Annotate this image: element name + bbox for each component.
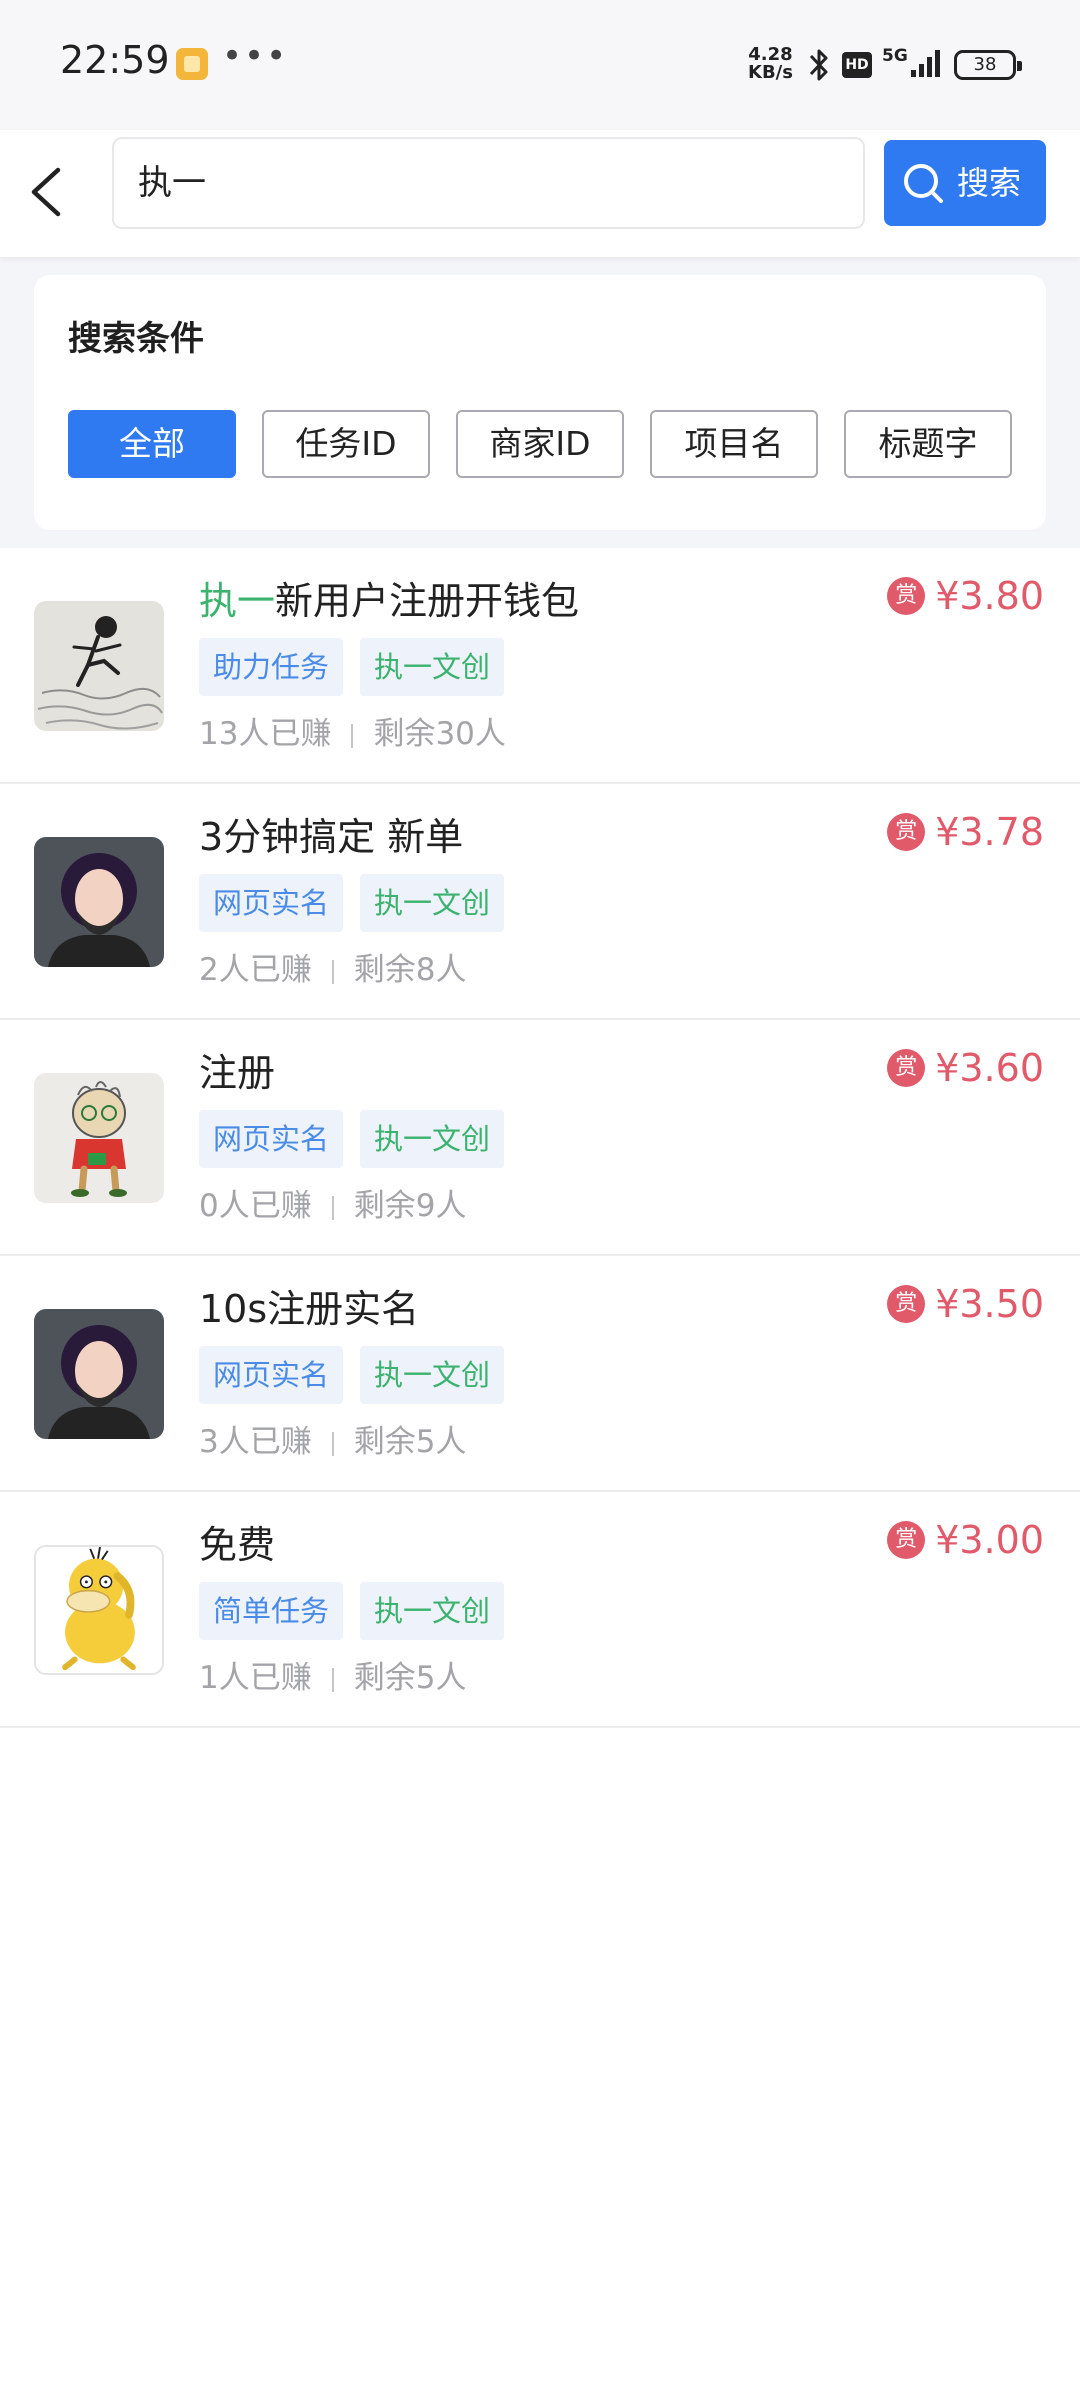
filter-chip-merchant-id[interactable]: 商家ID <box>456 410 624 478</box>
stats-divider <box>331 1431 334 1456</box>
task-row[interactable]: 3分钟搞定 新单 网页实名 执一文创 2人已赚 剩余8人 赏 ¥3.78 <box>0 784 1080 1020</box>
task-type-tag: 网页实名 <box>199 1346 344 1404</box>
reward: 赏 ¥3.60 <box>887 1046 1044 1092</box>
filter-chip-task-id[interactable]: 任务ID <box>262 410 430 478</box>
task-title: 免费 <box>199 1514 275 1569</box>
status-bar: 22:59 ••• 4.28 KB/s HD 5G 38 <box>0 0 1080 130</box>
filter-chip-title-text[interactable]: 标题字 <box>844 410 1012 478</box>
search-input[interactable]: 执一 <box>112 137 865 229</box>
task-stats: 3人已赚 剩余5人 <box>199 1416 466 1461</box>
network-speed: 4.28 KB/s <box>748 46 793 82</box>
bearded-man-avatar <box>34 837 164 967</box>
back-button[interactable] <box>20 150 76 234</box>
task-row[interactable]: 执一新用户注册开钱包 助力任务 执一文创 13人已赚 剩余30人 赏 ¥3.80 <box>0 548 1080 784</box>
remaining-count: 剩余30人 <box>373 716 506 752</box>
filter-chip-project-name[interactable]: 项目名 <box>650 410 818 478</box>
remaining-count: 剩余9人 <box>353 1188 467 1224</box>
remaining-count: 剩余8人 <box>353 952 467 988</box>
shop-name-tag: 执一文创 <box>360 1346 505 1404</box>
task-title-text: 免费 <box>199 1523 276 1567</box>
reward-price: ¥3.80 <box>935 574 1044 618</box>
reward: 赏 ¥3.00 <box>887 1518 1044 1564</box>
remaining-count: 剩余5人 <box>353 1660 467 1696</box>
app-notification-icon <box>176 48 208 80</box>
task-title: 10s注册实名 <box>199 1278 419 1333</box>
task-stats: 2人已赚 剩余8人 <box>199 944 466 989</box>
reward: 赏 ¥3.78 <box>887 810 1044 856</box>
reward-icon: 赏 <box>887 1049 926 1087</box>
status-time: 22:59 <box>60 38 170 82</box>
task-stats: 0人已赚 剩余9人 <box>199 1180 466 1225</box>
task-row[interactable]: 注册 网页实名 执一文创 0人已赚 剩余9人 赏 ¥3.60 <box>0 1020 1080 1256</box>
reward: 赏 ¥3.50 <box>887 1282 1044 1328</box>
reward-icon: 赏 <box>887 577 926 615</box>
search-conditions-title: 搜索条件 <box>68 319 204 359</box>
search-icon <box>904 164 943 203</box>
task-list: 执一新用户注册开钱包 助力任务 执一文创 13人已赚 剩余30人 赏 ¥3.80 3… <box>0 548 1080 2400</box>
reward: 赏 ¥3.80 <box>887 574 1044 620</box>
task-type-tag: 网页实名 <box>199 874 344 932</box>
signal-icon <box>911 50 940 77</box>
search-header: 执一 搜索 <box>0 130 1080 257</box>
reward-price: ¥3.60 <box>935 1046 1044 1090</box>
task-title-text: 新用户注册开钱包 <box>275 579 580 623</box>
stats-divider <box>351 723 354 748</box>
task-type-tag: 网页实名 <box>199 1110 344 1168</box>
more-notifications-icon: ••• <box>222 36 289 76</box>
shop-name-tag: 执一文创 <box>360 874 505 932</box>
battery-icon: 38 <box>954 50 1022 80</box>
task-row[interactable]: 10s注册实名 网页实名 执一文创 3人已赚 剩余5人 赏 ¥3.50 <box>0 1256 1080 1492</box>
task-row[interactable]: 免费 简单任务 执一文创 1人已赚 剩余5人 赏 ¥3.00 <box>0 1492 1080 1728</box>
earned-count: 13人已赚 <box>199 716 332 752</box>
stats-divider <box>331 1195 334 1220</box>
signal-label: 5G <box>882 46 908 66</box>
reward-icon: 赏 <box>887 1521 926 1559</box>
shop-name-tag: 执一文创 <box>360 1110 505 1168</box>
psyduck-avatar <box>34 1545 164 1675</box>
cartoon-old-man-avatar <box>34 1073 164 1203</box>
earned-count: 1人已赚 <box>199 1660 312 1696</box>
task-title-highlight: 执一 <box>199 579 276 623</box>
task-stats: 1人已赚 剩余5人 <box>199 1652 466 1697</box>
reward-price: ¥3.00 <box>935 1518 1044 1562</box>
reward-icon: 赏 <box>887 1285 926 1323</box>
sketch-avatar <box>34 601 164 731</box>
task-type-tag: 助力任务 <box>199 638 344 696</box>
search-button[interactable]: 搜索 <box>884 140 1046 226</box>
earned-count: 3人已赚 <box>199 1424 312 1460</box>
filter-chip-all[interactable]: 全部 <box>68 410 236 478</box>
shop-name-tag: 执一文创 <box>360 638 505 696</box>
bearded-man-avatar <box>34 1309 164 1439</box>
bluetooth-icon <box>809 49 828 81</box>
remaining-count: 剩余5人 <box>353 1424 467 1460</box>
reward-price: ¥3.50 <box>935 1282 1044 1326</box>
earned-count: 2人已赚 <box>199 952 312 988</box>
search-conditions-card: 搜索条件 全部 任务ID 商家ID 项目名 标题字 <box>34 275 1046 530</box>
task-title: 注册 <box>199 1042 275 1097</box>
search-button-label: 搜索 <box>957 164 1022 202</box>
stats-divider <box>331 1667 334 1692</box>
task-type-tag: 简单任务 <box>199 1582 344 1640</box>
shop-name-tag: 执一文创 <box>360 1582 505 1640</box>
stats-divider <box>331 959 334 984</box>
task-title-text: 3分钟搞定 新单 <box>199 815 464 859</box>
task-title: 3分钟搞定 新单 <box>199 806 463 861</box>
earned-count: 0人已赚 <box>199 1188 312 1224</box>
hd-icon: HD <box>842 52 872 78</box>
task-stats: 13人已赚 剩余30人 <box>199 708 506 753</box>
network-speed-unit: KB/s <box>748 62 793 83</box>
task-title-text: 10s注册实名 <box>199 1287 420 1331</box>
reward-price: ¥3.78 <box>935 810 1044 854</box>
reward-icon: 赏 <box>887 813 926 851</box>
task-title: 执一新用户注册开钱包 <box>199 570 579 625</box>
task-title-text: 注册 <box>199 1051 276 1095</box>
